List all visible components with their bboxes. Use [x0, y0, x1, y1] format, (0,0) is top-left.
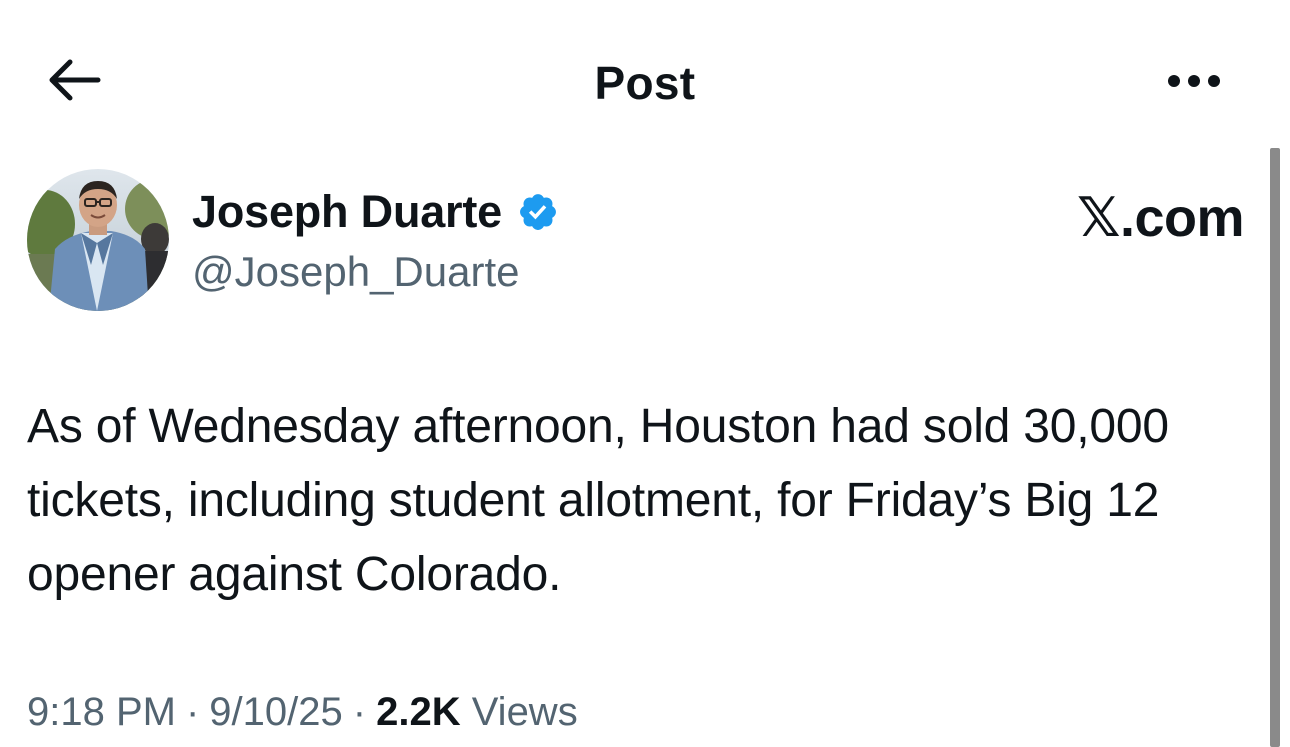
- meta-separator: ·: [352, 690, 367, 734]
- more-horizontal-icon: [1164, 73, 1224, 94]
- verified-badge-icon: [516, 190, 560, 234]
- views-label: Views: [471, 690, 578, 734]
- meta-separator: ·: [185, 690, 200, 734]
- author-name-row[interactable]: Joseph Duarte: [192, 184, 560, 240]
- post-text: As of Wednesday afternoon, Houston had s…: [27, 400, 1169, 601]
- views-count: 2.2K: [376, 690, 461, 734]
- author-display-name: Joseph Duarte: [192, 186, 502, 237]
- post-meta: 9:18 PM · 9/10/25 · 2.2K Views: [27, 682, 578, 742]
- author-handle[interactable]: @Joseph_Duarte: [192, 244, 520, 300]
- more-options-button[interactable]: [1158, 58, 1230, 108]
- scrollbar[interactable]: [1270, 148, 1280, 747]
- page-title: Post: [594, 57, 696, 109]
- post-time[interactable]: 9:18 PM: [27, 690, 176, 734]
- post-date[interactable]: 9/10/25: [209, 690, 342, 734]
- x-com-watermark: 𝕏.com: [1076, 188, 1245, 248]
- avatar[interactable]: [27, 169, 169, 311]
